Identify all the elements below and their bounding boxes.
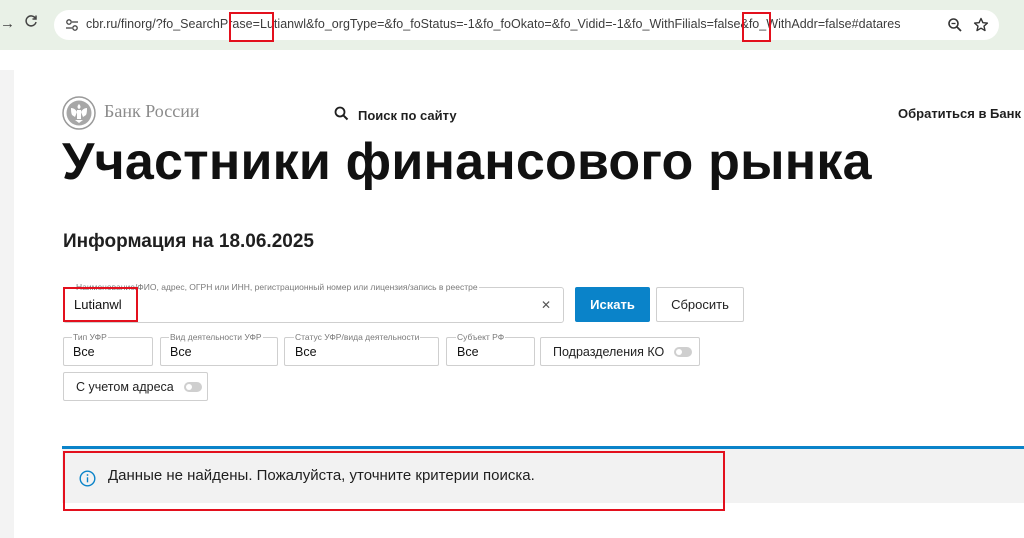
subdivisions-toggle-label: Подразделения КО [553, 344, 665, 359]
site-info-icon[interactable] [64, 17, 80, 33]
status-label: Статус УФР/вида деятельности [294, 332, 421, 342]
zoom-icon[interactable] [946, 16, 964, 34]
search-annotation-box [63, 287, 138, 322]
activity-label: Вид деятельности УФР [169, 332, 263, 342]
subdivisions-toggle[interactable]: Подразделения КО [540, 337, 700, 366]
page-left-margin [0, 70, 14, 538]
status-value: Все [295, 345, 317, 359]
region-value: Все [457, 345, 479, 359]
page-top-spacer [0, 50, 1024, 70]
site-search-link[interactable]: Поиск по сайту [334, 106, 457, 124]
reload-icon[interactable] [24, 14, 38, 34]
star-icon[interactable] [972, 16, 990, 34]
url-part: =false [817, 17, 852, 31]
back-arrow-icon[interactable]: → [0, 14, 12, 34]
browser-toolbar: → cbr.ru/finorg/?fo_SearchPrase=Lutianwl… [0, 0, 1024, 50]
clear-icon[interactable]: ✕ [541, 298, 551, 312]
search-button[interactable]: Искать [575, 287, 650, 322]
url-annotation-box [742, 12, 771, 42]
search-input[interactable] [63, 287, 564, 323]
bank-logo-text[interactable]: Банк России [104, 101, 199, 122]
url-part: cbr.ru/finorg/?fo_SearchPrase [86, 17, 253, 31]
search-icon [334, 106, 349, 124]
reset-button[interactable]: Сбросить [656, 287, 744, 322]
url-part: #datares [851, 17, 901, 31]
org-type-label: Тип УФР [72, 332, 108, 342]
contact-bank-link[interactable]: Обратиться в Банк Росс [898, 106, 1024, 121]
page-title: Участники финансового рынка [62, 133, 872, 191]
toggle-switch-icon[interactable] [183, 381, 202, 392]
site-search-label: Поиск по сайту [358, 107, 457, 123]
address-bar[interactable]: cbr.ru/finorg/?fo_SearchPrase=Lutianwl&f… [54, 10, 999, 40]
region-label: Субъект РФ [456, 332, 506, 342]
toggle-switch-icon[interactable] [674, 346, 693, 357]
with-address-toggle[interactable]: С учетом адреса [63, 372, 208, 401]
org-type-value: Все [73, 345, 95, 359]
bank-emblem-icon[interactable] [62, 96, 96, 130]
info-date-heading: Информация на 18.06.2025 [63, 231, 314, 252]
activity-value: Все [170, 345, 192, 359]
with-address-toggle-label: С учетом адреса [76, 379, 174, 394]
url-text[interactable]: cbr.ru/finorg/?fo_SearchPrase=Lutianwl&f… [86, 17, 900, 31]
url-annotation-box [229, 12, 274, 42]
result-annotation-box [63, 451, 725, 511]
